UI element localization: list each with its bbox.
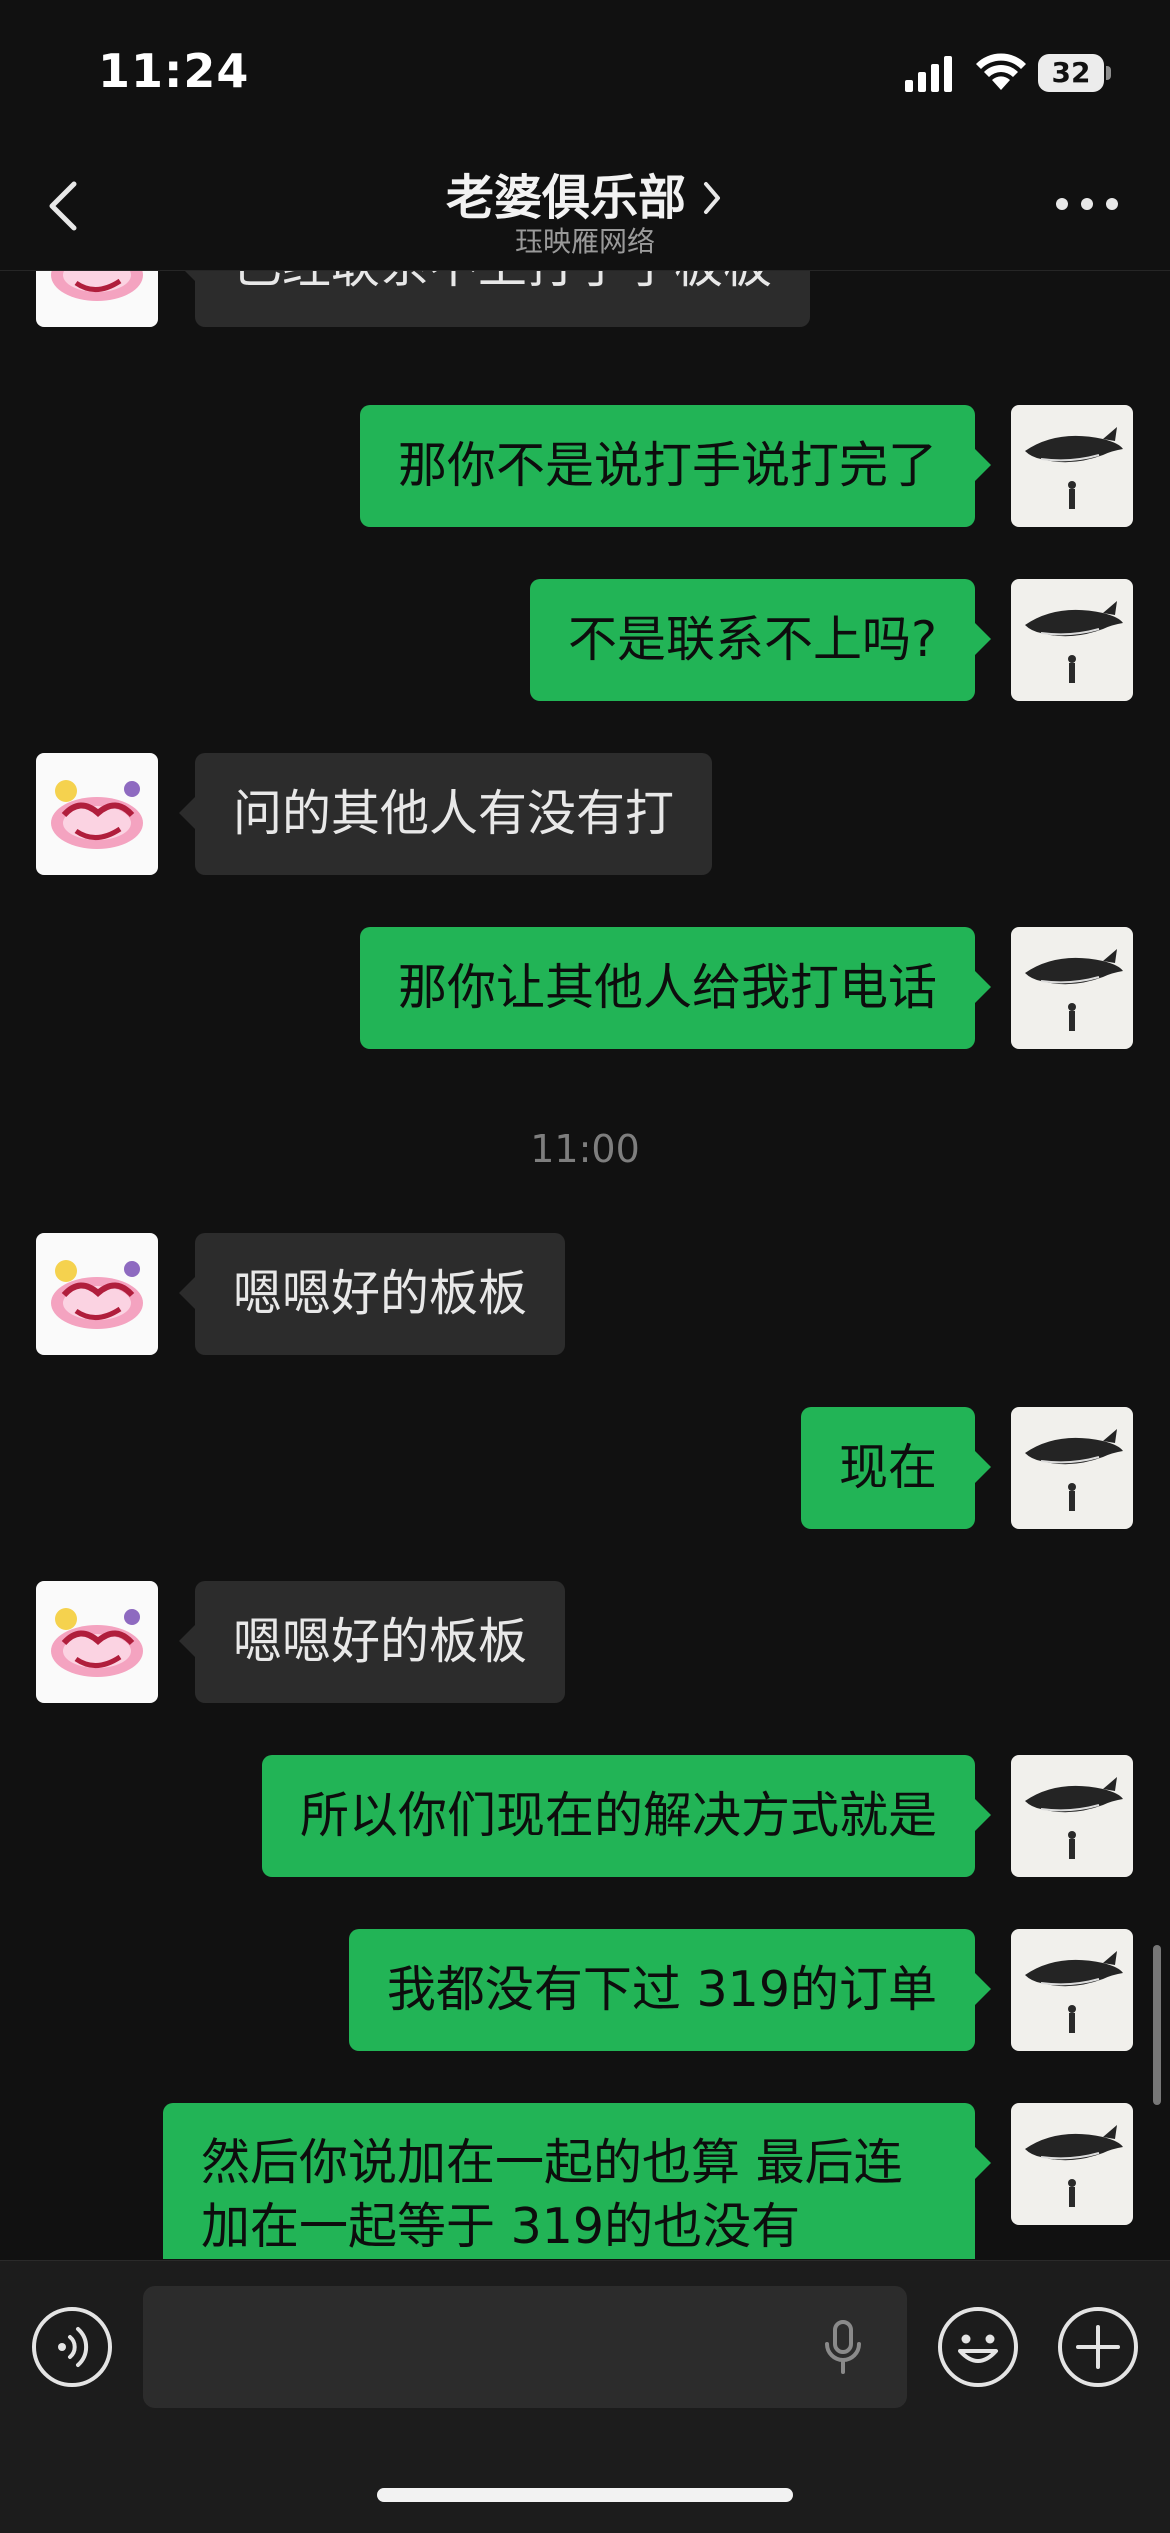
message-list[interactable]: 已经联系不上打手了板板 那你不是说打手说打完了 不是联系不上吗? 问的其他人有没…: [0, 271, 1170, 2259]
user-avatar[interactable]: [1011, 405, 1133, 527]
message-row: 已经联系不上打手了板板: [0, 271, 1170, 327]
status-bar: 11:24 32: [0, 0, 1170, 140]
contact-avatar[interactable]: [36, 1581, 158, 1703]
message-text: 那你让其他人给我打电话: [397, 959, 937, 1016]
message-text: 那你不是说打手说打完了: [397, 437, 937, 494]
message-text: 嗯嗯好的板板: [233, 1613, 528, 1670]
chat-header: 老婆俱乐部 珏映雁网络: [0, 140, 1170, 271]
message-text: 我都没有下过 319的订单: [386, 1961, 937, 2018]
user-avatar[interactable]: [1011, 927, 1133, 1049]
user-avatar[interactable]: [1011, 1755, 1133, 1877]
outgoing-message[interactable]: 那你让其他人给我打电话: [359, 927, 992, 1049]
cellular-signal-icon: [905, 56, 952, 92]
message-text: 不是联系不上吗?: [567, 611, 937, 668]
wifi-icon: [976, 53, 1026, 90]
battery-level: 32: [1051, 56, 1091, 89]
message-row: 那你让其他人给我打电话: [0, 927, 1170, 1049]
user-avatar[interactable]: [1011, 2103, 1133, 2225]
message-input[interactable]: [143, 2286, 907, 2408]
message-timestamp: 11:00: [530, 1127, 640, 1171]
user-avatar[interactable]: [1011, 579, 1133, 701]
user-avatar[interactable]: [1011, 1407, 1133, 1529]
incoming-message[interactable]: 嗯嗯好的板板: [178, 1233, 566, 1355]
message-row: 那你不是说打手说打完了: [0, 405, 1170, 527]
voice-mode-icon[interactable]: [30, 2305, 114, 2389]
incoming-message[interactable]: 问的其他人有没有打: [178, 753, 713, 875]
message-row: 嗯嗯好的板板: [0, 1233, 1170, 1355]
plus-icon[interactable]: [1056, 2305, 1140, 2389]
message-text: 然后你说加在一起的也算 最后连加在一起等于 319的也没有: [201, 2134, 903, 2255]
message-text: 已经联系不上打手了板板: [233, 271, 772, 294]
chat-title-button[interactable]: 老婆俱乐部: [0, 158, 1170, 228]
ellipsis-icon[interactable]: [1052, 192, 1122, 216]
message-row: 我都没有下过 319的订单: [0, 1929, 1170, 2051]
chevron-right-icon: [704, 182, 720, 214]
outgoing-message[interactable]: 我都没有下过 319的订单: [348, 1929, 992, 2051]
message-row: 现在: [0, 1407, 1170, 1529]
outgoing-message[interactable]: 然后你说加在一起的也算 最后连加在一起等于 319的也没有: [163, 2103, 991, 2259]
status-time: 11:24: [98, 44, 250, 98]
microphone-icon[interactable]: [813, 2316, 873, 2378]
user-avatar[interactable]: [1011, 1929, 1133, 2051]
message-row: 不是联系不上吗?: [0, 579, 1170, 701]
message-text: 所以你们现在的解决方式就是: [299, 1787, 937, 1844]
message-text: 嗯嗯好的板板: [233, 1265, 528, 1322]
message-text: 现在: [838, 1439, 937, 1496]
emoji-icon[interactable]: [936, 2305, 1020, 2389]
incoming-message[interactable]: 嗯嗯好的板板: [178, 1581, 566, 1703]
outgoing-message[interactable]: 现在: [800, 1407, 992, 1529]
outgoing-message[interactable]: 所以你们现在的解决方式就是: [261, 1755, 992, 1877]
chat-title: 老婆俱乐部: [445, 170, 686, 226]
scrollbar[interactable]: [1153, 1945, 1161, 2105]
message-row: 嗯嗯好的板板: [0, 1581, 1170, 1703]
contact-avatar[interactable]: [36, 753, 158, 875]
message-text: 问的其他人有没有打: [233, 785, 675, 842]
contact-avatar[interactable]: [36, 1233, 158, 1355]
chat-subtitle: 珏映雁网络: [514, 225, 655, 258]
incoming-message[interactable]: 已经联系不上打手了板板: [178, 271, 811, 327]
message-row: 所以你们现在的解决方式就是: [0, 1755, 1170, 1877]
message-row: 问的其他人有没有打: [0, 753, 1170, 875]
battery-icon: 32: [1038, 54, 1112, 92]
home-indicator[interactable]: [377, 2488, 793, 2502]
message-row: 然后你说加在一起的也算 最后连加在一起等于 319的也没有: [0, 2103, 1170, 2259]
outgoing-message[interactable]: 那你不是说打手说打完了: [359, 405, 992, 527]
contact-avatar[interactable]: [36, 271, 158, 327]
outgoing-message[interactable]: 不是联系不上吗?: [529, 579, 992, 701]
